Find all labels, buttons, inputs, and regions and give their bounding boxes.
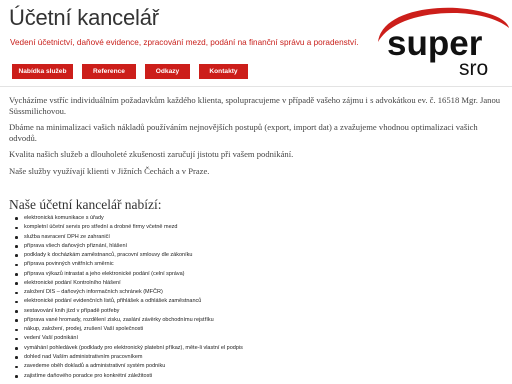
- list-item-text: elektronické podání Kontrolního hlášení: [24, 279, 121, 286]
- list-item: dohled nad Vaším administrativním pracov…: [13, 353, 243, 362]
- bullet-icon: [15, 337, 18, 341]
- nav-button-references[interactable]: Reference: [82, 64, 136, 79]
- list-item-text: zajistíme daňového poradce pro konkrétní…: [24, 372, 153, 379]
- bullet-icon: [15, 291, 18, 295]
- intro-paragraph: Naše služby využívají klienti v Jižních …: [9, 165, 210, 176]
- bullet-icon: [15, 263, 18, 267]
- list-item-text: příprava povinných vnitřních směrnic: [24, 261, 114, 268]
- nav-button-links[interactable]: Odkazy: [145, 64, 190, 79]
- nav-button-contacts[interactable]: Kontakty: [199, 64, 248, 79]
- list-item-text: nákup, založení, prodej, zrušení Vaší sp…: [24, 326, 144, 333]
- list-item-text: dohled nad Vaším administrativním pracov…: [24, 353, 143, 360]
- bullet-icon: [15, 374, 18, 378]
- list-item: vedení Vaší podnikání: [13, 334, 243, 343]
- bullet-icon: [15, 217, 18, 220]
- list-item-text: sestavování knih jízd v případě potřeby: [24, 307, 120, 314]
- site-tagline: Vedení účetnictví, daňové evidence, zpra…: [10, 38, 359, 47]
- list-item: zajistíme daňového poradce pro konkrétní…: [13, 372, 243, 381]
- list-item-text: kompletní účetní servis pro střední a dr…: [24, 224, 178, 231]
- intro-paragraph: Dbáme na minimalizaci vašich nákladů pou…: [9, 122, 478, 143]
- bullet-icon: [15, 300, 18, 304]
- list-item: příprava vané hromady, rozdělení zisku, …: [13, 316, 243, 325]
- services-list: elektronická komunikace s úřady kompletn…: [13, 214, 243, 381]
- list-item: elektronická komunikace s úřady: [13, 214, 243, 223]
- list-item-text: vedení Vaší podnikání: [24, 335, 79, 342]
- services-heading: Naše účetní kancelář nabízí:: [9, 197, 162, 212]
- bullet-icon: [15, 365, 18, 369]
- list-item: služba navracení DPH ze zahraničí: [13, 233, 243, 242]
- bullet-icon: [15, 347, 18, 350]
- list-item: nákup, založení, prodej, zrušení Vaší sp…: [13, 325, 243, 334]
- list-item: příprava výkazů intrastat a jeho elektro…: [13, 270, 243, 279]
- list-item-text: založení DIS – daňových informačních sch…: [24, 289, 163, 296]
- bullet-icon: [15, 245, 18, 248]
- list-item: elektronické podání evidenčních listů, p…: [13, 297, 243, 306]
- bullet-icon: [15, 254, 18, 258]
- bullet-icon: [15, 282, 18, 285]
- list-item-text: služba navracení DPH ze zahraničí: [24, 233, 110, 240]
- bullet-icon: [15, 235, 18, 239]
- list-item: zavedeme oběh dokladů a administrativní …: [13, 362, 243, 371]
- list-item: podklady k docházkám zaměstnanců, pracov…: [13, 251, 243, 260]
- super-sro-logo[interactable]: super sro: [371, 4, 511, 80]
- list-item-text: příprava výkazů intrastat a jeho elektro…: [24, 270, 185, 277]
- list-item: příprava povinných vnitřních směrnic: [13, 260, 243, 269]
- list-item-text: elektronická komunikace s úřady: [24, 215, 104, 221]
- list-item-text: příprava vané hromady, rozdělení zisku, …: [24, 316, 214, 323]
- site-title: Účetní kancelář: [9, 5, 159, 30]
- list-item: elektronické podání Kontrolního hlášení: [13, 279, 243, 288]
- list-item: vymáhání pohledávek (podklady pro elektr…: [13, 344, 243, 353]
- nav-button-services[interactable]: Nabídka služeb: [12, 64, 73, 79]
- list-item-text: příprava všech daňových přiznání, hlášen…: [24, 242, 128, 249]
- list-item-text: vymáhání pohledávek (podklady pro elektr…: [24, 344, 243, 351]
- list-item: sestavování knih jízd v případě potřeby: [13, 307, 243, 316]
- list-item-text: podklady k docházkám zaměstnanců, pracov…: [24, 252, 193, 259]
- bullet-icon: [15, 356, 18, 359]
- logo-sub: sro: [459, 57, 488, 80]
- main-nav: Nabídka služeb Reference Odkazy Kontakty: [12, 64, 248, 79]
- bullet-icon: [15, 319, 18, 322]
- header-divider: [0, 86, 512, 87]
- bullet-icon: [15, 310, 18, 313]
- intro-text: Vycházíme vstříc individuálním požadavků…: [9, 95, 505, 182]
- bullet-icon: [15, 226, 18, 230]
- bullet-icon: [15, 272, 18, 276]
- list-item: kompletní účetní servis pro střední a dr…: [13, 223, 243, 232]
- intro-paragraph: Vycházíme vstříc individuálním požadavků…: [9, 95, 501, 116]
- list-item: příprava všech daňových přiznání, hlášen…: [13, 242, 243, 251]
- bullet-icon: [15, 328, 18, 332]
- list-item-text: zavedeme oběh dokladů a administrativní …: [24, 363, 166, 370]
- list-item: založení DIS – daňových informačních sch…: [13, 288, 243, 297]
- intro-paragraph: Kvalita našich služeb a dlouholeté zkuše…: [9, 149, 294, 159]
- list-item-text: elektronické podání evidenčních listů, p…: [24, 298, 202, 305]
